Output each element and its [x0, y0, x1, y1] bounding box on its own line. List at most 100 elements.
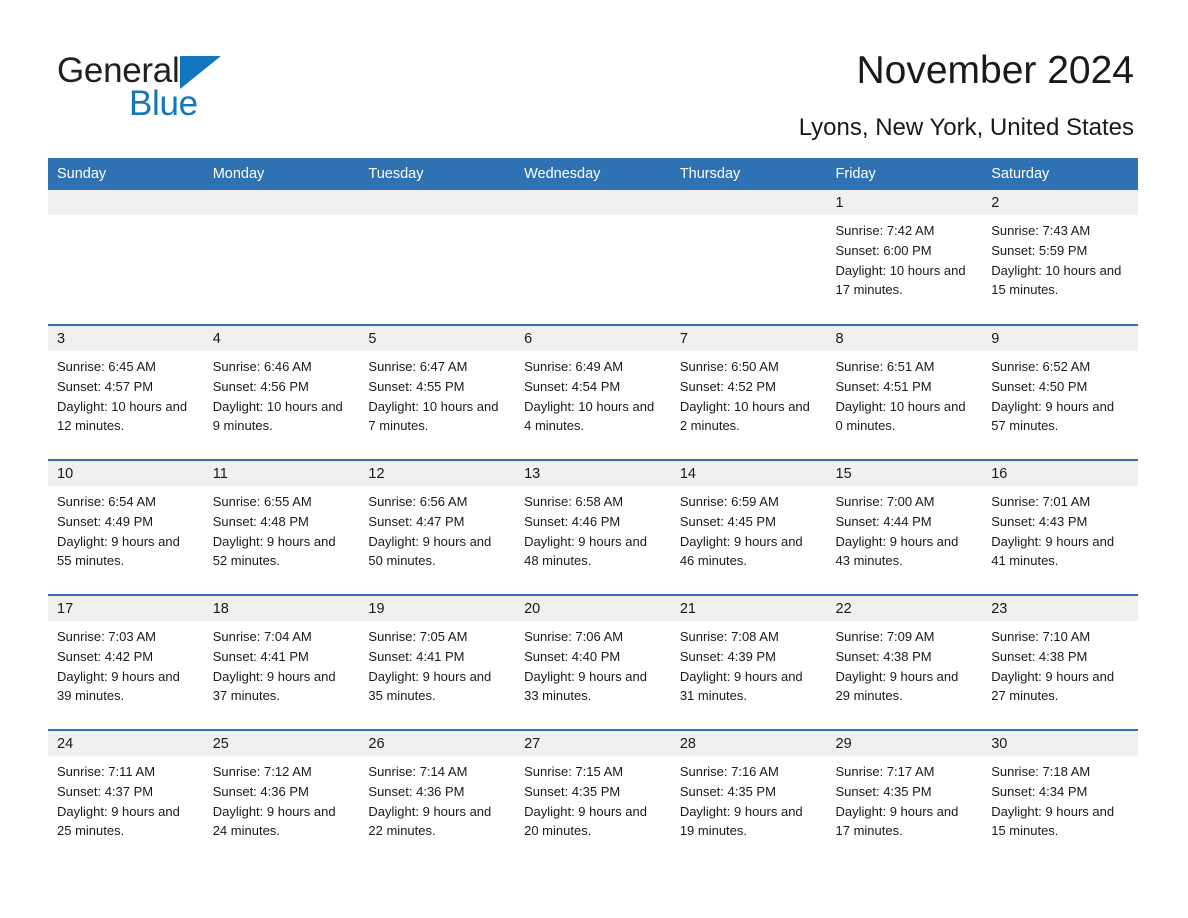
weekday-header-tuesday: Tuesday: [359, 158, 516, 190]
sunset-text: Sunset: 4:42 PM: [57, 648, 154, 664]
calendar-day-cell[interactable]: 20 Sunrise: 7:06 AM Sunset: 4:40 PM Dayligh…: [515, 594, 671, 730]
calendar-day-cell[interactable]: 4 Sunrise: 6:46 AM Sunset: 4:56 PM Daylight…: [203, 324, 360, 460]
daylight-text: Daylight: 9 hours and 43 minutes.: [835, 533, 959, 569]
weekday-header-saturday: Saturday: [982, 158, 1138, 190]
calendar-day-cell[interactable]: 21 Sunrise: 7:08 AM Sunset: 4:39 PM Dayligh…: [670, 594, 827, 730]
calendar-day-cell[interactable]: 27 Sunrise: 7:15 AM Sunset: 4:35 PM Dayligh…: [515, 729, 671, 865]
day-number: 17: [48, 596, 204, 621]
daylight-text: Daylight: 9 hours and 27 minutes.: [991, 668, 1115, 704]
sunrise-text: Sunrise: 6:49 AM: [524, 359, 624, 374]
calendar-week-row: 24 Sunrise: 7:11 AM Sunset: 4:37 PM Dayligh…: [48, 729, 1138, 865]
sunrise-text: Sunrise: 7:16 AM: [679, 764, 779, 779]
daylight-text: Daylight: 10 hours and 7 minutes.: [368, 398, 499, 434]
calendar-day-cell[interactable]: 19 Sunrise: 7:05 AM Sunset: 4:41 PM Dayligh…: [359, 594, 516, 730]
day-number: [670, 190, 827, 215]
day-number: 15: [826, 461, 983, 486]
day-number: 25: [203, 731, 360, 756]
daylight-text: Daylight: 10 hours and 17 minutes.: [835, 262, 966, 298]
calendar-day-cell[interactable]: 10 Sunrise: 6:54 AM Sunset: 4:49 PM Dayligh…: [48, 459, 204, 595]
day-details: Sunrise: 7:42 AM Sunset: 6:00 PM Daylight:…: [827, 215, 983, 300]
sunset-text: Sunset: 4:47 PM: [368, 513, 465, 529]
sunset-text: Sunset: 4:50 PM: [991, 378, 1088, 394]
day-number: 7: [670, 326, 827, 351]
day-number: 3: [48, 326, 204, 351]
calendar-day-cell[interactable]: 17 Sunrise: 7:03 AM Sunset: 4:42 PM Dayligh…: [48, 594, 204, 730]
calendar-day-cell[interactable]: 26 Sunrise: 7:14 AM Sunset: 4:36 PM Dayligh…: [359, 729, 516, 865]
day-number: [359, 190, 516, 215]
calendar-week-row: 1 Sunrise: 7:42 AM Sunset: 6:00 PM Daylight…: [48, 190, 1138, 325]
day-details: Sunrise: 7:15 AM Sunset: 4:35 PM Daylight:…: [515, 756, 671, 841]
day-details: Sunrise: 6:46 AM Sunset: 4:56 PM Daylight:…: [204, 351, 360, 436]
calendar-day-cell[interactable]: 25 Sunrise: 7:12 AM Sunset: 4:36 PM Dayligh…: [203, 729, 360, 865]
day-details: Sunrise: 7:17 AM Sunset: 4:35 PM Daylight:…: [827, 756, 983, 841]
sunrise-text: Sunrise: 7:11 AM: [57, 764, 156, 779]
day-details: Sunrise: 7:04 AM Sunset: 4:41 PM Daylight:…: [204, 621, 360, 706]
calendar-day-cell-empty: [670, 190, 827, 325]
daylight-text: Daylight: 9 hours and 48 minutes.: [524, 533, 647, 569]
calendar-day-cell[interactable]: 13 Sunrise: 6:58 AM Sunset: 4:46 PM Dayligh…: [515, 459, 671, 595]
sunrise-text: Sunrise: 7:42 AM: [835, 223, 935, 238]
day-details: Sunrise: 7:12 AM Sunset: 4:36 PM Daylight:…: [204, 756, 360, 841]
day-number: [48, 190, 204, 215]
calendar-day-cell[interactable]: 11 Sunrise: 6:55 AM Sunset: 4:48 PM Dayligh…: [203, 459, 360, 595]
sunrise-text: Sunrise: 7:00 AM: [835, 494, 935, 509]
daylight-text: Daylight: 9 hours and 35 minutes.: [368, 668, 492, 704]
sunset-text: Sunset: 4:40 PM: [524, 648, 621, 664]
calendar-day-cell[interactable]: 3 Sunrise: 6:45 AM Sunset: 4:57 PM Daylight…: [48, 324, 204, 460]
page-header: General Blue November 2024 Lyons, New Yo…: [0, 0, 1188, 150]
daylight-text: Daylight: 9 hours and 15 minutes.: [991, 803, 1115, 839]
calendar-day-cell[interactable]: 9 Sunrise: 6:52 AM Sunset: 4:50 PM Daylight…: [982, 324, 1138, 460]
sunrise-text: Sunrise: 6:50 AM: [679, 359, 779, 374]
calendar-day-cell[interactable]: 28 Sunrise: 7:16 AM Sunset: 4:35 PM Dayligh…: [670, 729, 827, 865]
daylight-text: Daylight: 9 hours and 20 minutes.: [524, 803, 647, 839]
daylight-text: Daylight: 10 hours and 0 minutes.: [835, 398, 966, 434]
day-number: 6: [515, 326, 671, 351]
day-details: Sunrise: 7:03 AM Sunset: 4:42 PM Daylight:…: [48, 621, 204, 706]
sunset-text: Sunset: 4:57 PM: [57, 378, 154, 394]
daylight-text: Daylight: 9 hours and 37 minutes.: [212, 668, 336, 704]
calendar-week-row: 17 Sunrise: 7:03 AM Sunset: 4:42 PM Dayligh…: [48, 594, 1138, 730]
sunrise-text: Sunrise: 7:04 AM: [212, 629, 312, 644]
calendar-day-cell[interactable]: 2 Sunrise: 7:43 AM Sunset: 5:59 PM Daylight…: [982, 190, 1138, 325]
sunrise-text: Sunrise: 7:06 AM: [524, 629, 624, 644]
sunset-text: Sunset: 4:38 PM: [835, 648, 932, 664]
sunrise-text: Sunrise: 7:01 AM: [991, 494, 1091, 509]
day-number: 13: [515, 461, 671, 486]
day-number: 16: [982, 461, 1138, 486]
calendar-day-cell[interactable]: 16 Sunrise: 7:01 AM Sunset: 4:43 PM Dayligh…: [982, 459, 1138, 595]
day-number: 26: [359, 731, 516, 756]
sunset-text: Sunset: 4:36 PM: [212, 783, 309, 799]
day-details: Sunrise: 7:11 AM Sunset: 4:37 PM Daylight:…: [48, 756, 204, 841]
calendar-day-cell[interactable]: 1 Sunrise: 7:42 AM Sunset: 6:00 PM Daylight…: [826, 190, 983, 325]
weekday-header-monday: Monday: [203, 158, 360, 190]
day-details: Sunrise: 7:06 AM Sunset: 4:40 PM Daylight:…: [515, 621, 671, 706]
calendar-day-cell[interactable]: 22 Sunrise: 7:09 AM Sunset: 4:38 PM Dayligh…: [826, 594, 983, 730]
daylight-text: Daylight: 9 hours and 25 minutes.: [57, 803, 180, 839]
calendar-day-cell-empty: [48, 190, 204, 325]
sunrise-text: Sunrise: 6:47 AM: [368, 359, 468, 374]
sunrise-text: Sunrise: 6:54 AM: [57, 494, 156, 509]
calendar-day-cell[interactable]: 30 Sunrise: 7:18 AM Sunset: 4:34 PM Dayligh…: [982, 729, 1138, 865]
day-number: 8: [826, 326, 983, 351]
calendar-day-cell[interactable]: 7 Sunrise: 6:50 AM Sunset: 4:52 PM Daylight…: [670, 324, 827, 460]
calendar-day-cell[interactable]: 5 Sunrise: 6:47 AM Sunset: 4:55 PM Daylight…: [359, 324, 516, 460]
calendar-day-cell[interactable]: 14 Sunrise: 6:59 AM Sunset: 4:45 PM Dayligh…: [670, 459, 827, 595]
daylight-text: Daylight: 10 hours and 12 minutes.: [57, 398, 188, 434]
calendar-day-cell[interactable]: 24 Sunrise: 7:11 AM Sunset: 4:37 PM Dayligh…: [48, 729, 204, 865]
sunset-text: Sunset: 4:49 PM: [57, 513, 154, 529]
calendar-day-cell[interactable]: 6 Sunrise: 6:49 AM Sunset: 4:54 PM Daylight…: [515, 324, 671, 460]
sunrise-text: Sunrise: 6:52 AM: [991, 359, 1091, 374]
calendar-day-cell[interactable]: 18 Sunrise: 7:04 AM Sunset: 4:41 PM Dayligh…: [203, 594, 360, 730]
day-number: 23: [982, 596, 1138, 621]
day-details: Sunrise: 7:01 AM Sunset: 4:43 PM Daylight:…: [982, 486, 1138, 571]
sunset-text: Sunset: 4:45 PM: [679, 513, 776, 529]
calendar-day-cell[interactable]: 29 Sunrise: 7:17 AM Sunset: 4:35 PM Dayligh…: [826, 729, 983, 865]
daylight-text: Daylight: 9 hours and 50 minutes.: [368, 533, 492, 569]
calendar-day-cell[interactable]: 8 Sunrise: 6:51 AM Sunset: 4:51 PM Daylight…: [826, 324, 983, 460]
sunset-text: Sunset: 4:51 PM: [835, 378, 932, 394]
calendar-day-cell[interactable]: 12 Sunrise: 6:56 AM Sunset: 4:47 PM Dayligh…: [359, 459, 516, 595]
calendar-day-cell[interactable]: 15 Sunrise: 7:00 AM Sunset: 4:44 PM Dayligh…: [826, 459, 983, 595]
calendar-day-cell[interactable]: 23 Sunrise: 7:10 AM Sunset: 4:38 PM Dayligh…: [982, 594, 1138, 730]
daylight-text: Daylight: 9 hours and 31 minutes.: [679, 668, 803, 704]
sunset-text: Sunset: 4:52 PM: [679, 378, 776, 394]
